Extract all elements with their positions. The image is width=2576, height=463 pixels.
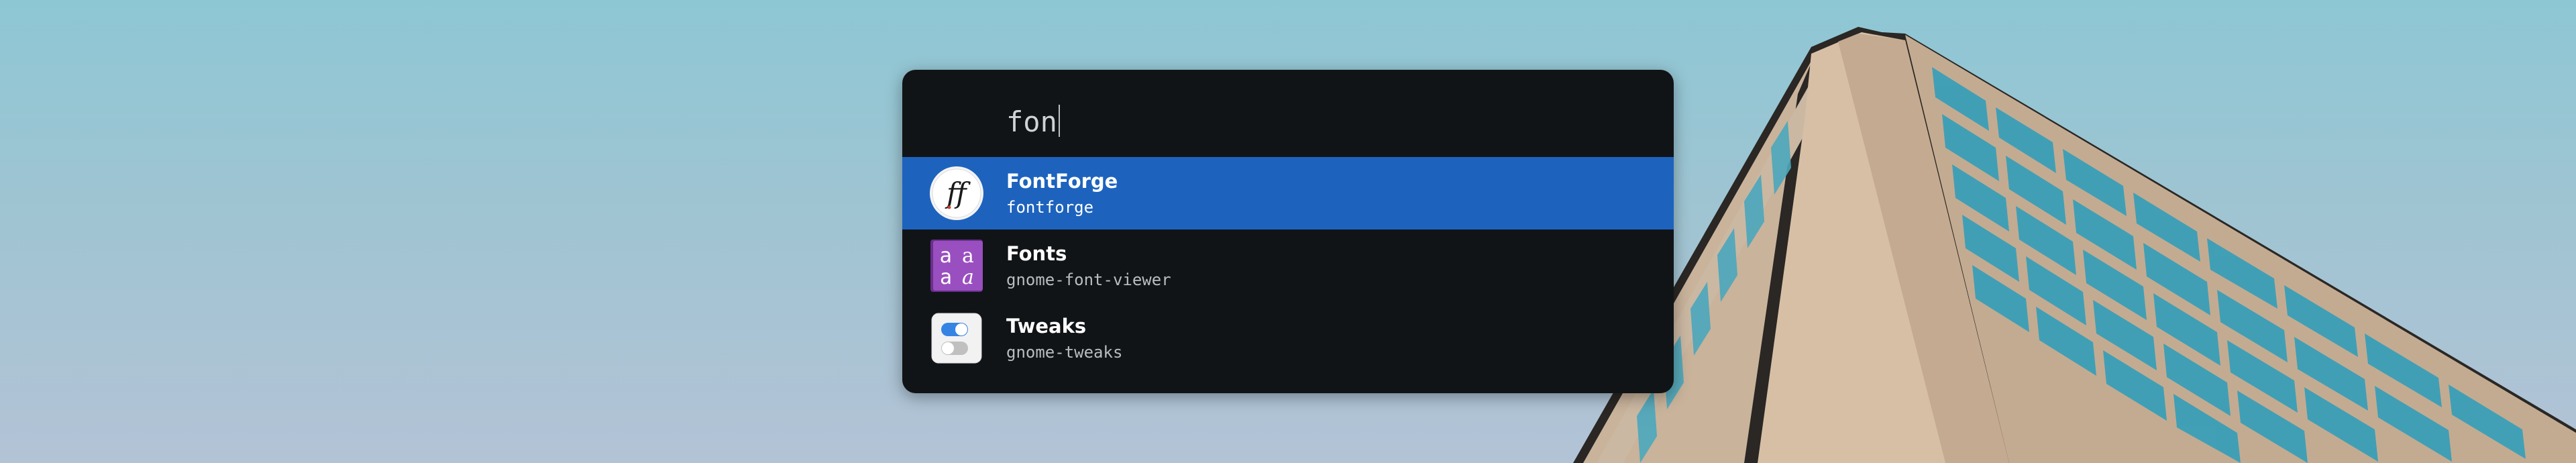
font-viewer-icon: a a a a xyxy=(930,240,983,292)
search-input[interactable]: fon xyxy=(1006,105,1060,139)
result-item-fontforge[interactable]: ff FontForge fontforge xyxy=(902,157,1674,229)
result-exec: gnome-tweaks xyxy=(1006,343,1123,362)
font-glyph-sans: a xyxy=(940,244,952,268)
fontforge-icon: ff xyxy=(930,166,983,220)
search-query: fon xyxy=(1006,105,1057,138)
result-item-tweaks[interactable]: Tweaks gnome-tweaks xyxy=(902,302,1674,374)
result-exec: fontforge xyxy=(1006,198,1094,217)
tweaks-icon xyxy=(931,313,982,364)
app-launcher-panel: fon ff FontForge fontforge a a a a Fonts xyxy=(902,70,1674,393)
result-item-fonts[interactable]: a a a a Fonts gnome-font-viewer xyxy=(902,229,1674,302)
font-glyph-italic: a xyxy=(962,266,974,289)
result-exec: gnome-font-viewer xyxy=(1006,270,1171,289)
results-list: ff FontForge fontforge a a a a Fonts gno… xyxy=(902,157,1674,374)
text-caret xyxy=(1058,105,1060,137)
result-name: FontForge xyxy=(1006,170,1118,193)
font-glyph-serif: a xyxy=(962,244,974,268)
search-bar[interactable]: fon xyxy=(902,70,1674,157)
font-glyph-mono: a xyxy=(940,266,952,289)
result-name: Tweaks xyxy=(1006,315,1087,338)
result-name: Fonts xyxy=(1006,242,1067,265)
